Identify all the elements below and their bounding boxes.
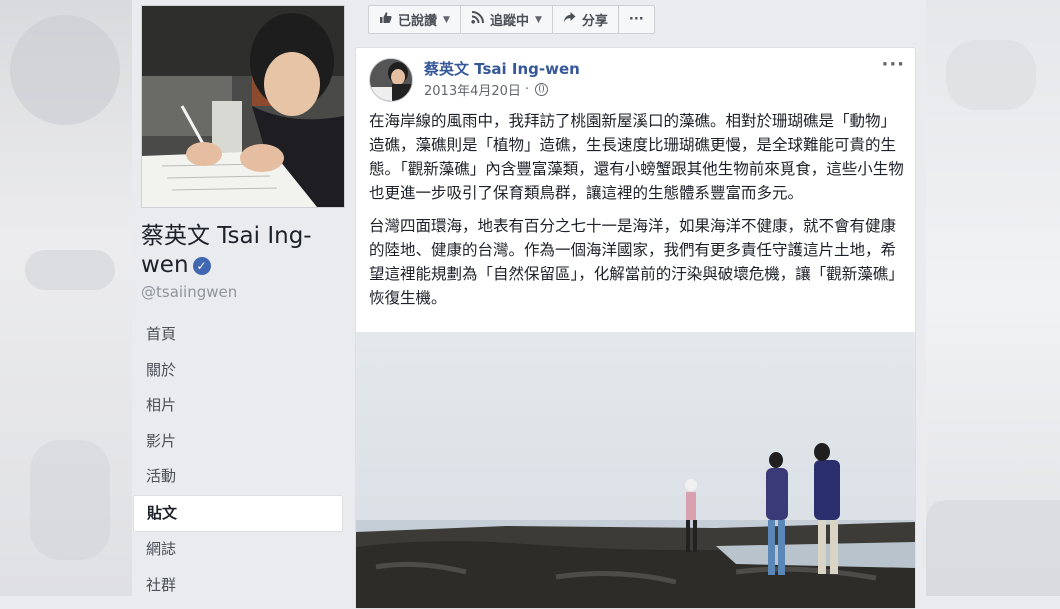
post-card: 蔡英文 Tsai Ing-wen 2013年4月20日 · ··· 在海岸線的風… — [355, 47, 916, 609]
nav-item-home[interactable]: 首頁 — [133, 317, 343, 353]
post-paragraph: 在海岸線的風雨中，我拜訪了桃園新屋溪口的藻礁。相對於珊瑚礁是「動物」造礁，藻礁則… — [369, 112, 904, 202]
post-meta: 2013年4月20日 · — [424, 80, 549, 99]
liked-button[interactable]: 已說讚 ▼ — [368, 5, 461, 34]
avatar[interactable] — [369, 58, 413, 102]
page-nav: 首頁 關於 相片 影片 活動 貼文 網誌 社群 — [133, 317, 343, 603]
thumbs-up-icon — [379, 11, 392, 28]
page-title[interactable]: 蔡英文 Tsai Ing-wen ✓ — [141, 222, 346, 280]
nav-item-notes[interactable]: 網誌 — [133, 532, 343, 568]
post-photo[interactable] — [356, 332, 915, 608]
nav-item-community[interactable]: 社群 — [133, 568, 343, 604]
post-options-icon[interactable]: ··· — [881, 54, 905, 75]
share-button-label: 分享 — [581, 14, 608, 29]
nav-item-posts[interactable]: 貼文 — [133, 494, 343, 532]
nav-item-videos[interactable]: 影片 — [133, 424, 343, 460]
share-button[interactable]: 分享 — [551, 5, 619, 34]
profile-photo[interactable] — [141, 5, 345, 208]
page-name-text[interactable]: 蔡英文 Tsai Ing-wen — [141, 223, 312, 278]
chevron-down-icon: ▼ — [443, 14, 450, 25]
nav-item-about[interactable]: 關於 — [133, 353, 343, 389]
blurred-background-left — [0, 0, 132, 596]
rss-feed-icon — [471, 11, 484, 28]
blurred-background-right — [926, 0, 1060, 596]
post-paragraph: 台灣四面環海，地表有百分之七十一是海洋，如果海洋不健康，就不會有健康的陸地、健康… — [369, 217, 904, 307]
post-timestamp[interactable]: 2013年4月20日 — [424, 80, 521, 99]
more-options-button[interactable]: ··· — [617, 5, 655, 34]
verified-badge-icon: ✓ — [192, 257, 211, 275]
globe-icon[interactable] — [535, 83, 549, 96]
following-button-label: 追蹤中 — [489, 14, 529, 29]
more-dots-icon: ··· — [628, 12, 644, 27]
page-username[interactable]: @tsaiingwen — [141, 283, 237, 301]
page-action-bar: 已說讚 ▼ 追蹤中 ▼ 分享 ··· — [368, 5, 655, 34]
liked-button-label: 已說讚 — [398, 14, 438, 29]
nav-item-events[interactable]: 活動 — [133, 459, 343, 495]
nav-item-photos[interactable]: 相片 — [133, 388, 343, 424]
meta-separator: · — [524, 82, 530, 97]
chevron-down-icon: ▼ — [534, 14, 542, 25]
share-arrow-icon — [563, 11, 576, 28]
following-button[interactable]: 追蹤中 ▼ — [459, 5, 553, 34]
post-author-link[interactable]: 蔡英文 Tsai Ing-wen — [424, 58, 580, 79]
post-text: 在海岸線的風雨中，我拜訪了桃園新屋溪口的藻礁。相對於珊瑚礁是「動物」造礁，藻礁則… — [369, 109, 904, 319]
page-sidebar: 蔡英文 Tsai Ing-wen ✓ @tsaiingwen 首頁 關於 相片 影… — [132, 0, 354, 596]
